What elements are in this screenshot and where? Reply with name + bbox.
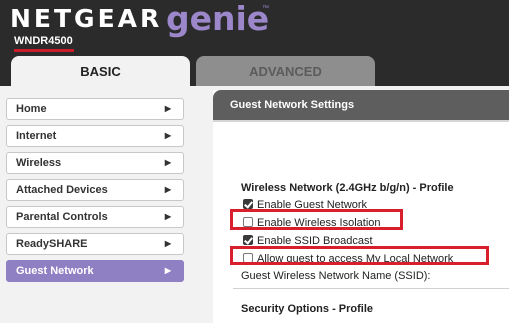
- chevron-right-icon: ▶: [164, 185, 171, 194]
- sidebar-item-label: Parental Controls: [16, 211, 108, 223]
- chevron-right-icon: ▶: [164, 212, 171, 221]
- netgear-logo: NETGEAR: [10, 4, 163, 33]
- profile-section-title: Wireless Network (2.4GHz b/g/n) - Profil…: [241, 182, 454, 194]
- sidebar-item-parental-controls[interactable]: Parental Controls ▶: [6, 206, 184, 228]
- enable-ssid-broadcast-checkbox[interactable]: [243, 235, 253, 245]
- trademark-mark: ™: [262, 5, 269, 12]
- sidebar-item-attached-devices[interactable]: Attached Devices ▶: [6, 179, 184, 201]
- sidebar-item-label: Wireless: [16, 157, 62, 169]
- app-header: NETGEAR genie ™ WNDR4500: [0, 0, 509, 56]
- chevron-right-icon: ▶: [164, 158, 171, 167]
- security-section-title: Security Options - Profile: [241, 303, 374, 315]
- chevron-right-icon: ▶: [164, 104, 171, 113]
- sidebar-item-label: Guest Network: [16, 265, 94, 277]
- tab-basic[interactable]: BASIC: [11, 56, 190, 86]
- sidebar-item-label: Internet: [16, 130, 57, 142]
- settings-panel: Guest Network Settings Wireless Network …: [213, 90, 509, 323]
- sidebar-item-label: ReadySHARE: [16, 238, 88, 250]
- sidebar-item-internet[interactable]: Internet ▶: [6, 125, 184, 147]
- sidebar-item-label: Attached Devices: [16, 184, 108, 196]
- page-title: Guest Network Settings: [213, 90, 509, 120]
- highlight-local-network-access: [230, 246, 489, 265]
- genie-logo: genie: [166, 0, 270, 38]
- chevron-right-icon: ▶: [164, 239, 171, 248]
- sidebar-item-guest-network[interactable]: Guest Network ▶: [6, 260, 184, 282]
- sidebar-item-wireless[interactable]: Wireless ▶: [6, 152, 184, 174]
- chevron-right-icon: ▶: [164, 131, 171, 140]
- model-underline: [14, 49, 74, 52]
- settings-body: Wireless Network (2.4GHz b/g/n) - Profil…: [213, 122, 509, 323]
- sidebar-item-home[interactable]: Home ▶: [6, 98, 184, 120]
- enable-guest-network-checkbox[interactable]: [243, 199, 253, 209]
- tab-advanced[interactable]: ADVANCED: [196, 56, 375, 86]
- sidebar-item-readyshare[interactable]: ReadySHARE ▶: [6, 233, 184, 255]
- sidebar-item-label: Home: [16, 103, 47, 115]
- router-model: WNDR4500: [14, 35, 73, 47]
- highlight-wireless-isolation: [230, 209, 403, 230]
- sidebar-nav: Home ▶ Internet ▶ Wireless ▶ Attached De…: [6, 98, 184, 287]
- chevron-right-icon: ▶: [164, 266, 171, 275]
- section-divider: [233, 288, 509, 289]
- ssid-label: Guest Wireless Network Name (SSID):: [241, 270, 431, 282]
